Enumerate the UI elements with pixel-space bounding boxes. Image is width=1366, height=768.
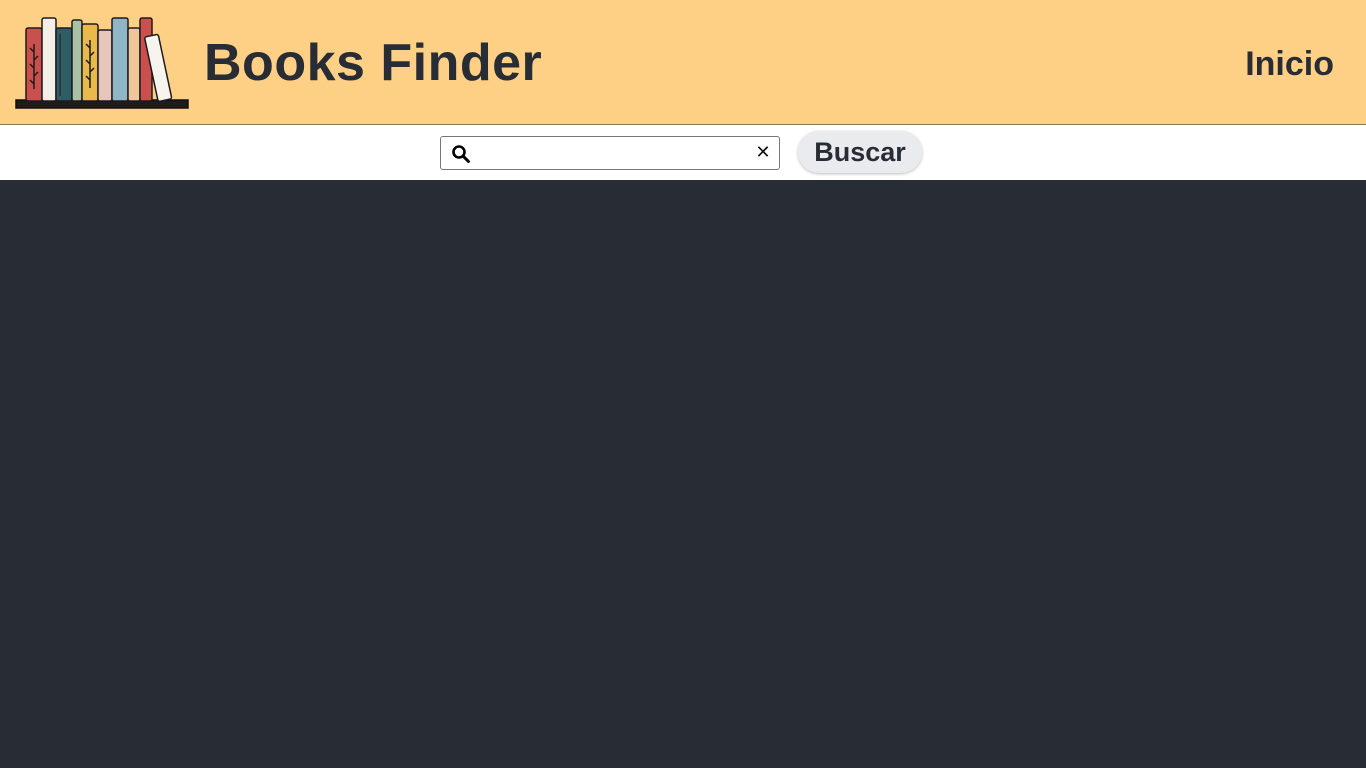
search-input[interactable] xyxy=(477,141,747,165)
search-bar: ✕ Buscar xyxy=(0,125,1366,180)
search-icon xyxy=(452,145,470,163)
search-button[interactable]: Buscar xyxy=(798,131,922,173)
search-field[interactable]: ✕ xyxy=(440,136,780,170)
nav-link-inicio[interactable]: Inicio xyxy=(1245,42,1334,86)
main-content xyxy=(0,180,1366,768)
bookshelf-icon xyxy=(15,17,189,109)
close-icon[interactable]: ✕ xyxy=(753,142,773,164)
app-title: Books Finder xyxy=(204,34,543,92)
app-header: Books Finder Inicio xyxy=(0,0,1366,125)
